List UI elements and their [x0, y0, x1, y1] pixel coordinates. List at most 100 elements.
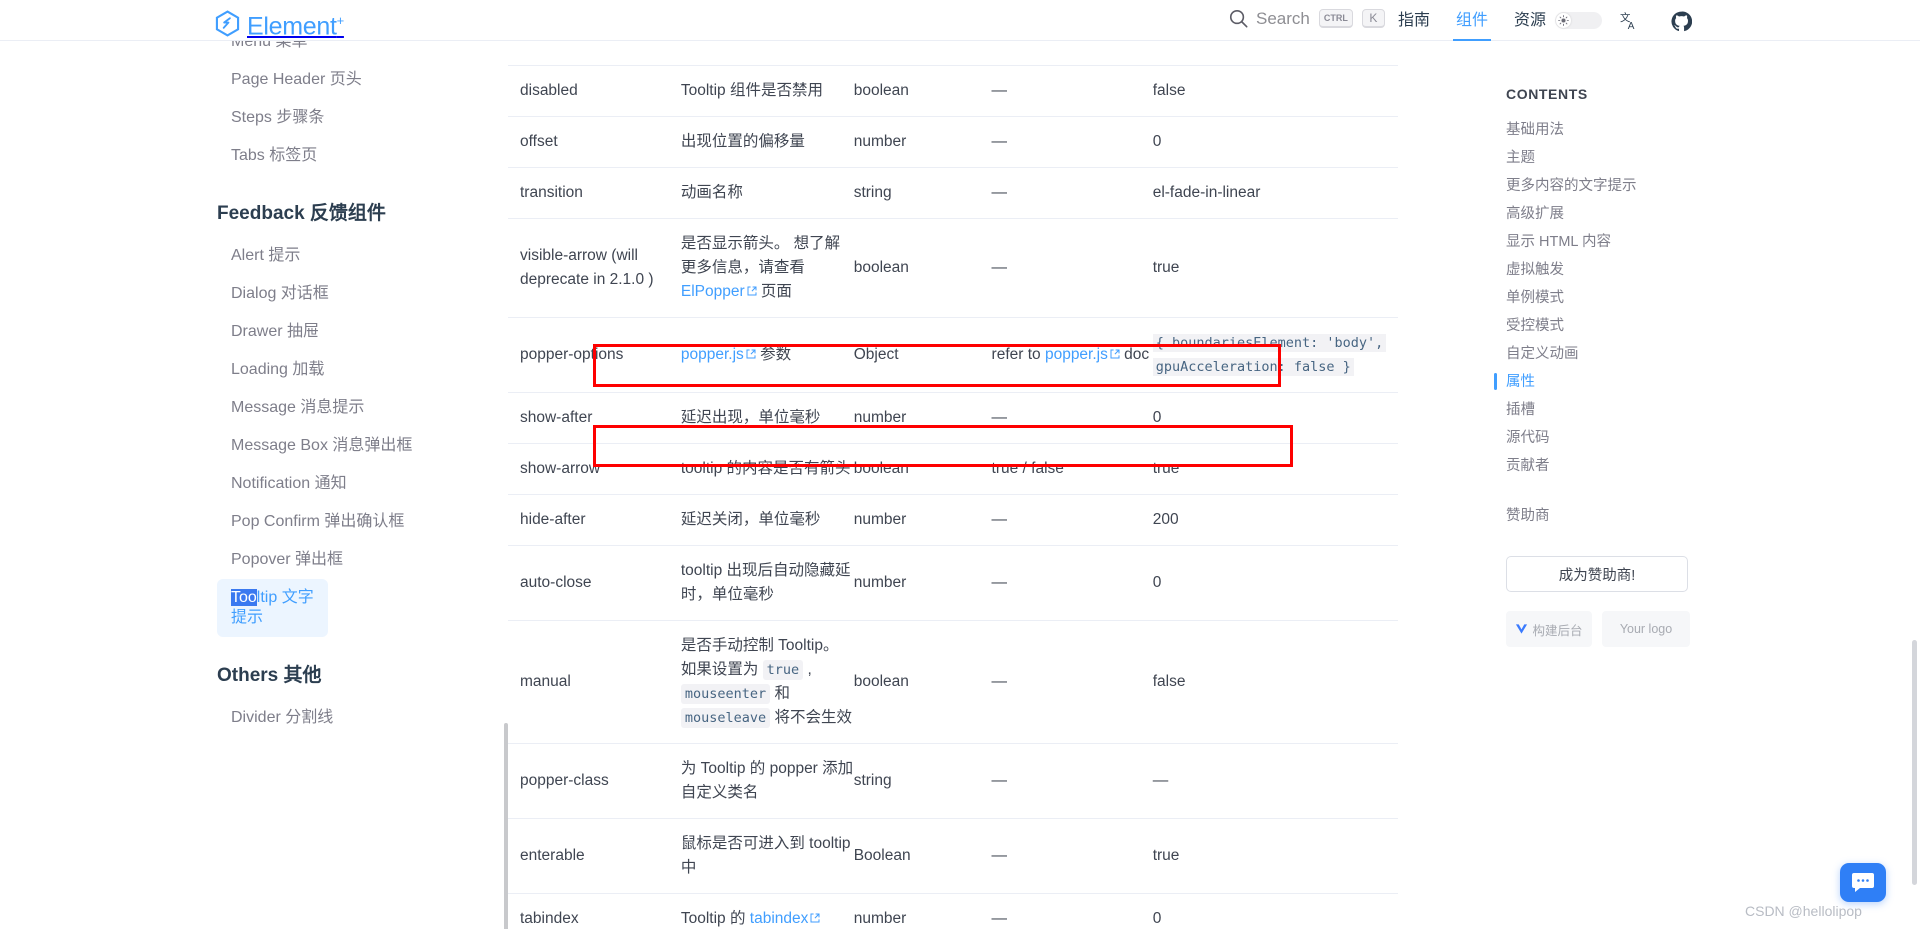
toc-item-more-content[interactable]: 更多内容的文字提示	[1500, 172, 1800, 200]
nav-item-resources[interactable]: 资源	[1514, 0, 1546, 41]
toc-spacer	[1500, 480, 1800, 502]
desc-text: Tooltip 的	[680, 910, 750, 927]
nav-item-guide[interactable]: 指南	[1398, 0, 1430, 41]
toc-item-html-content[interactable]: 显示 HTML 内容	[1500, 228, 1800, 256]
page-scrollbar[interactable]	[1912, 640, 1917, 885]
desc-code-mouseenter: mouseenter	[680, 684, 771, 704]
cell-type: Boolean	[853, 818, 992, 894]
cell-options: —	[991, 893, 1153, 929]
sidebar-item-loading[interactable]: Loading 加载	[0, 351, 508, 389]
cell-options: —	[991, 545, 1153, 621]
toc-item-virtual-trigger[interactable]: 虚拟触发	[1500, 256, 1800, 284]
kbd-ctrl: CTRL	[1318, 9, 1353, 28]
sidebar-item-dialog[interactable]: Dialog 对话框	[0, 275, 508, 313]
cell-desc: 延迟关闭，单位毫秒	[680, 494, 854, 546]
toc-item-controlled[interactable]: 受控模式	[1500, 312, 1800, 340]
desc-code-true: true	[762, 660, 804, 680]
cell-options: —	[991, 116, 1153, 168]
sidebar-item-page-header[interactable]: Page Header 页头	[0, 61, 508, 99]
search-label: Search	[1256, 8, 1310, 28]
cell-name: enterable	[508, 818, 681, 894]
cell-desc: 鼠标是否可进入到 tooltip 中	[680, 818, 854, 894]
cell-name: disabled	[508, 65, 681, 117]
desc-text: 和	[770, 685, 790, 702]
cell-desc: 为 Tooltip 的 popper 添加自定义类名	[680, 743, 854, 819]
cell-name: tabindex	[508, 893, 681, 929]
sponsor-card-vform[interactable]: 构建后台	[1506, 611, 1592, 647]
sidebar-item-alert[interactable]: Alert 提示	[0, 237, 508, 275]
cell-desc: 动画名称	[680, 167, 854, 219]
cell-options: —	[991, 392, 1153, 444]
chat-bubble-icon	[1852, 872, 1874, 892]
cell-desc: Tooltip 组件是否禁用	[680, 65, 854, 117]
cell-name: hide-after	[508, 494, 681, 546]
sidebar-item-tooltip[interactable]: Tooltip 文字提示	[217, 579, 328, 637]
left-sidebar: Menu 菜单 Page Header 页头 Steps 步骤条 Tabs 标签…	[0, 41, 508, 929]
desc-text: 是否手动控制 Tooltip。 如果设置为	[680, 637, 839, 678]
cell-name: auto-close	[508, 545, 681, 621]
sponsor-card-yourlogo[interactable]: Your logo	[1602, 611, 1690, 647]
cell-desc: 是否显示箭头。 想了解更多信息，请查看 ElPopper 页面	[680, 218, 854, 318]
theme-toggle[interactable]	[1555, 12, 1602, 29]
sidebar-item-popover[interactable]: Popover 弹出框	[0, 541, 508, 579]
toc-item-basic-usage[interactable]: 基础用法	[1500, 116, 1800, 144]
search-button[interactable]: Search CTRL K	[1228, 8, 1385, 29]
cell-type: number	[853, 392, 992, 444]
toc-item-sponsors[interactable]: 赞助商	[1500, 502, 1800, 530]
sidebar-item-tooltip-selection: Too	[231, 589, 257, 606]
cell-default: true	[1152, 818, 1398, 894]
sidebar-item-pop-confirm[interactable]: Pop Confirm 弹出确认框	[0, 503, 508, 541]
nav-item-components[interactable]: 组件	[1453, 0, 1492, 41]
external-link-icon	[746, 349, 756, 359]
toc-item-singleton[interactable]: 单例模式	[1500, 284, 1800, 312]
sidebar-scroll-content: Menu 菜单 Page Header 页头 Steps 步骤条 Tabs 标签…	[0, 41, 508, 737]
brand-logo[interactable]: Element+	[215, 7, 344, 40]
sidebar-item-menu[interactable]: Menu 菜单	[0, 41, 508, 61]
sidebar-item-drawer[interactable]: Drawer 抽屉	[0, 313, 508, 351]
become-sponsor-button[interactable]: 成为赞助商!	[1506, 556, 1688, 592]
popperjs-link[interactable]: popper.js	[681, 346, 744, 363]
cell-options: true / false	[991, 443, 1153, 495]
cell-options: —	[991, 620, 1153, 744]
cell-default: true	[1152, 218, 1398, 318]
sidebar-item-message[interactable]: Message 消息提示	[0, 389, 508, 427]
toc-item-slots[interactable]: 插槽	[1500, 396, 1800, 424]
desc-text-post: 参数	[755, 346, 792, 363]
translate-icon[interactable]: 文 A	[1620, 11, 1640, 31]
cell-type: boolean	[853, 443, 992, 495]
cell-name: visible-arrow (will deprecate in 2.1.0 )	[508, 218, 681, 318]
sidebar-item-tabs[interactable]: Tabs 标签页	[0, 137, 508, 175]
cell-options: —	[991, 65, 1153, 117]
sidebar-item-steps[interactable]: Steps 步骤条	[0, 99, 508, 137]
toc-item-attributes[interactable]: 属性	[1494, 368, 1800, 396]
table-row: tabindex Tooltip 的 tabindex number — 0	[508, 893, 1398, 929]
cell-options: refer to popper.js doc	[991, 317, 1153, 393]
sidebar-item-notification[interactable]: Notification 通知	[0, 465, 508, 503]
cell-default: false	[1152, 620, 1398, 744]
cell-default: 0	[1152, 392, 1398, 444]
sidebar-item-message-box[interactable]: Message Box 消息弹出框	[0, 427, 508, 465]
github-icon[interactable]	[1671, 11, 1692, 32]
cell-name: offset	[508, 116, 681, 168]
toc-item-advanced[interactable]: 高级扩展	[1500, 200, 1800, 228]
popperjs-doc-link[interactable]: popper.js	[1045, 346, 1108, 363]
brand-name: Element	[247, 12, 337, 41]
external-link-icon	[810, 913, 820, 923]
toc-item-custom-animation[interactable]: 自定义动画	[1500, 340, 1800, 368]
theme-toggle-knob	[1556, 13, 1571, 28]
table-row: transition 动画名称 string — el-fade-in-line…	[508, 167, 1398, 219]
tabindex-link[interactable]: tabindex	[750, 910, 809, 927]
sidebar-item-divider[interactable]: Divider 分割线	[0, 699, 508, 737]
cell-default: —	[1152, 743, 1398, 819]
cell-name: popper-class	[508, 743, 681, 819]
table-row: disabled Tooltip 组件是否禁用 boolean — false	[508, 65, 1398, 117]
cell-type: number	[853, 494, 992, 546]
toc-item-contributors[interactable]: 贡献者	[1500, 452, 1800, 480]
attributes-table-region: disabled Tooltip 组件是否禁用 boolean — false …	[508, 41, 1398, 929]
cell-type: boolean	[853, 620, 992, 744]
toc-item-source[interactable]: 源代码	[1500, 424, 1800, 452]
toc-item-theme[interactable]: 主题	[1500, 144, 1800, 172]
chat-widget-button[interactable]	[1840, 863, 1886, 902]
elpopper-link[interactable]: ElPopper	[681, 283, 745, 300]
table-row: popper-options popper.js 参数 Object refer…	[508, 317, 1398, 393]
